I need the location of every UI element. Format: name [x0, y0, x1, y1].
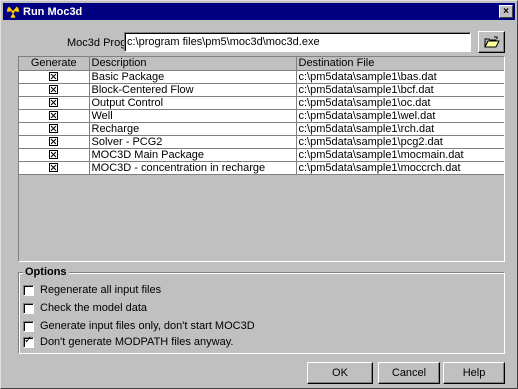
option-label: Check the model data	[40, 302, 148, 314]
option-label: Generate input files only, don't start M…	[40, 320, 255, 332]
option-check-model[interactable]: Check the model data	[23, 302, 147, 314]
generate-cell[interactable]	[19, 122, 90, 136]
ok-button[interactable]: OK	[307, 362, 373, 384]
run-moc3d-dialog: Run Moc3d × Moc3d Program: c:\program fi…	[0, 0, 518, 389]
generate-checkbox[interactable]	[49, 98, 59, 108]
generate-cell[interactable]	[19, 83, 90, 97]
option-regenerate-all[interactable]: Regenerate all input files	[23, 284, 161, 296]
options-legend: Options	[23, 266, 69, 278]
no-modpath-checkbox[interactable]	[23, 335, 34, 348]
generate-cell[interactable]	[19, 96, 90, 110]
file-grid[interactable]: Generate Description Destination File Ba…	[18, 56, 505, 262]
description-cell[interactable]: Output Control	[89, 96, 297, 110]
generate-cell[interactable]	[19, 70, 90, 84]
radiation-icon	[7, 6, 19, 18]
cancel-button[interactable]: Cancel	[378, 362, 440, 384]
regenerate-all-checkbox[interactable]	[23, 284, 34, 296]
close-button[interactable]: ×	[499, 5, 513, 18]
generate-cell[interactable]	[19, 109, 90, 123]
table-row[interactable]: Basic Package c:\pm5data\sample1\bas.dat	[19, 70, 504, 84]
table-row[interactable]: Output Control c:\pm5data\sample1\oc.dat	[19, 96, 504, 110]
help-button[interactable]: Help	[443, 362, 505, 384]
description-cell[interactable]: Block-Centered Flow	[89, 83, 297, 97]
generate-checkbox[interactable]	[49, 150, 59, 160]
generate-checkbox[interactable]	[49, 85, 59, 95]
option-label: Regenerate all input files	[40, 284, 162, 296]
destination-cell[interactable]: c:\pm5data\sample1\pcg2.dat	[296, 135, 504, 149]
open-folder-icon	[483, 36, 500, 47]
destination-cell[interactable]: c:\pm5data\sample1\wel.dat	[296, 109, 504, 123]
browse-button[interactable]	[478, 31, 505, 53]
program-path-field[interactable]: c:\program files\pm5\moc3d\moc3d.exe	[124, 32, 471, 52]
description-cell[interactable]: MOC3D - concentration in recharge	[89, 161, 297, 175]
generate-checkbox[interactable]	[49, 111, 59, 121]
table-row[interactable]: Well c:\pm5data\sample1\wel.dat	[19, 109, 504, 123]
generate-cell[interactable]	[19, 135, 90, 149]
column-header-destination[interactable]: Destination File	[296, 57, 504, 71]
generate-only-checkbox[interactable]	[23, 320, 34, 332]
destination-cell[interactable]: c:\pm5data\sample1\bcf.dat	[296, 83, 504, 97]
description-cell[interactable]: Basic Package	[89, 70, 297, 84]
generate-cell[interactable]	[19, 148, 90, 162]
destination-cell[interactable]: c:\pm5data\sample1\rch.dat	[296, 122, 504, 136]
description-cell[interactable]: MOC3D Main Package	[89, 148, 297, 162]
table-row[interactable]: Block-Centered Flow c:\pm5data\sample1\b…	[19, 83, 504, 97]
generate-checkbox[interactable]	[49, 163, 59, 173]
table-row[interactable]: Recharge c:\pm5data\sample1\rch.dat	[19, 122, 504, 136]
generate-checkbox[interactable]	[49, 137, 59, 147]
window-title: Run Moc3d	[23, 5, 83, 18]
table-row[interactable]: MOC3D Main Package c:\pm5data\sample1\mo…	[19, 148, 504, 162]
description-cell[interactable]: Recharge	[89, 122, 297, 136]
check-model-checkbox[interactable]	[23, 302, 34, 314]
destination-cell[interactable]: c:\pm5data\sample1\bas.dat	[296, 70, 504, 84]
option-no-modpath[interactable]: Don't generate MODPATH files anyway.	[23, 335, 234, 348]
description-cell[interactable]: Solver - PCG2	[89, 135, 297, 149]
grid-header-row: Generate Description Destination File	[19, 57, 504, 71]
column-header-generate[interactable]: Generate	[19, 57, 90, 71]
generate-cell[interactable]	[19, 161, 90, 175]
option-generate-only[interactable]: Generate input files only, don't start M…	[23, 320, 255, 332]
description-cell[interactable]: Well	[89, 109, 297, 123]
destination-cell[interactable]: c:\pm5data\sample1\mocmain.dat	[296, 148, 504, 162]
title-bar[interactable]: Run Moc3d ×	[3, 3, 515, 20]
column-header-description[interactable]: Description	[89, 57, 297, 71]
destination-cell[interactable]: c:\pm5data\sample1\oc.dat	[296, 96, 504, 110]
generate-checkbox[interactable]	[49, 72, 59, 82]
table-row[interactable]: MOC3D - concentration in recharge c:\pm5…	[19, 161, 504, 175]
table-row[interactable]: Solver - PCG2 c:\pm5data\sample1\pcg2.da…	[19, 135, 504, 149]
generate-checkbox[interactable]	[49, 124, 59, 134]
option-label: Don't generate MODPATH files anyway.	[40, 336, 234, 348]
destination-cell[interactable]: c:\pm5data\sample1\moccrch.dat	[296, 161, 504, 175]
